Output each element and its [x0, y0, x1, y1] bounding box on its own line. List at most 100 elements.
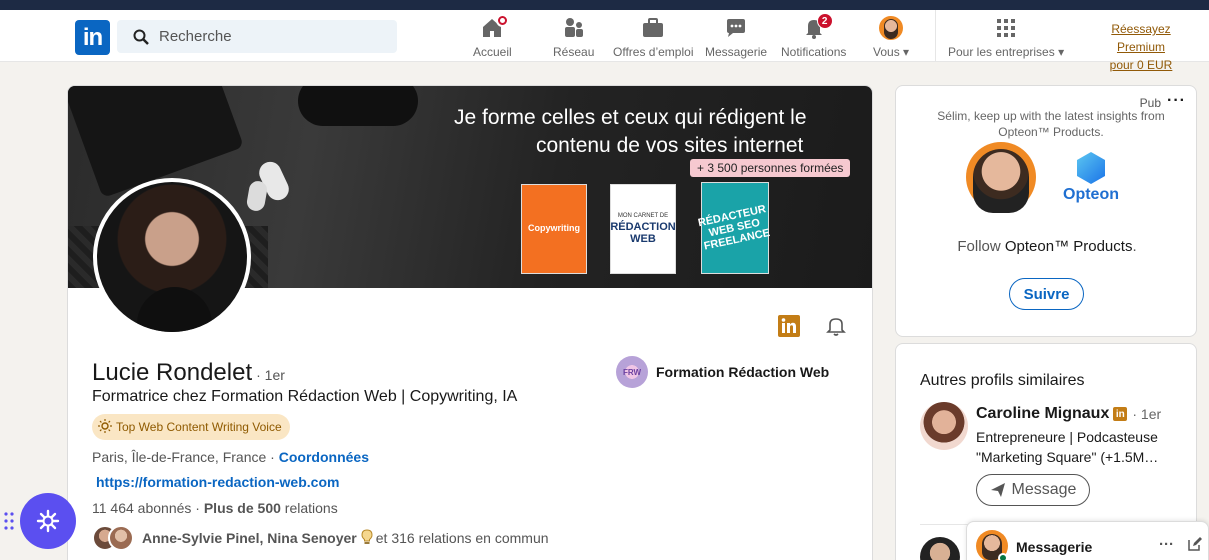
- banner-earbud: [245, 179, 269, 213]
- bell-icon: 2: [802, 13, 833, 40]
- banner-headline-1: Je forme celles et ceux qui rédigent le: [454, 106, 807, 129]
- connection-degree: · 1er: [256, 367, 285, 383]
- nav-messaging-label: Messagerie: [705, 45, 768, 59]
- follow-button[interactable]: Suivre: [1009, 278, 1084, 310]
- book-cover-copywriting: Copywriting: [521, 184, 587, 274]
- profile-name-text: Lucie Rondelet: [92, 359, 253, 386]
- book-cover-redaction-web: MON CARNET DE RÉDACTION WEB: [610, 184, 676, 274]
- similar-name-text: Caroline Mignaux: [976, 405, 1110, 422]
- linkedin-logo[interactable]: in: [75, 20, 110, 55]
- messaging-label: Messagerie: [1016, 539, 1093, 555]
- chat-bubble-icon: [724, 16, 748, 40]
- separator: ·: [266, 449, 279, 465]
- ad-company-logo[interactable]: Opteon: [1056, 152, 1126, 204]
- top-voice-badge[interactable]: Top Web Content Writing Voice: [92, 414, 290, 440]
- more-options-icon[interactable]: ···: [1159, 536, 1174, 553]
- search-placeholder: Recherche: [159, 28, 232, 45]
- follow-suffix: .: [1132, 238, 1137, 255]
- similar-profile-avatar[interactable]: [920, 537, 960, 560]
- lightbulb-icon: [98, 418, 112, 436]
- ad-follow-text: Follow Opteon™ Products.: [896, 238, 1196, 255]
- profile-website-link[interactable]: https://formation-redaction-web.com: [96, 474, 339, 490]
- profile-card: Je forme celles et ceux qui rédigent le …: [67, 85, 873, 560]
- mutual-names: Anne-Sylvie Pinel, Nina Senoyer: [142, 530, 357, 546]
- premium-link[interactable]: Réessayez Premium pour 0 EUR: [1086, 20, 1196, 74]
- caret-down-icon: ▾: [903, 45, 910, 59]
- global-nav: in Recherche Accueil Réseau Offres d’emp…: [0, 10, 1209, 72]
- grid-icon: [994, 16, 1018, 40]
- nav-network[interactable]: Réseau: [553, 16, 594, 59]
- briefcase-icon: [641, 16, 665, 40]
- drag-handle-icon[interactable]: [4, 512, 14, 530]
- nav-messaging[interactable]: Messagerie: [705, 16, 767, 59]
- profile-name: Lucie Rondelet · 1er: [92, 359, 285, 387]
- separator: ·: [191, 500, 204, 516]
- message-button-label: Message: [1011, 481, 1077, 498]
- lightbulb-icon: [361, 528, 373, 548]
- current-company[interactable]: FRW Formation Rédaction Web: [616, 356, 829, 388]
- bell-icon[interactable]: [824, 314, 848, 338]
- premium-line2: pour 0 EUR: [1109, 58, 1173, 72]
- messaging-overlay-bar[interactable]: Messagerie ···: [966, 521, 1209, 560]
- linkedin-badge-icon[interactable]: [777, 314, 801, 338]
- sparkle-icon: [36, 509, 60, 533]
- mutual-avatar: [108, 525, 134, 551]
- search-icon: [133, 29, 149, 45]
- connections-suffix: relations: [280, 500, 338, 516]
- banner-headline-2: contenu de vos sites internet: [536, 134, 804, 157]
- message-button[interactable]: Message: [976, 474, 1090, 506]
- search-input[interactable]: Recherche: [117, 20, 397, 53]
- follow-brand: Opteon™ Products: [1004, 238, 1133, 255]
- nav-jobs-label: Offres d’emploi: [613, 45, 694, 59]
- ad-logo-name: Opteon: [1063, 186, 1119, 203]
- home-icon: [480, 14, 510, 40]
- online-status-dot: [998, 553, 1008, 560]
- connection-degree: · 1er: [1132, 406, 1162, 422]
- assistant-floating-button[interactable]: [20, 493, 76, 549]
- contact-info-link[interactable]: Coordonnées: [279, 449, 369, 465]
- compose-icon[interactable]: [1187, 536, 1203, 557]
- follow-prefix: Follow: [957, 238, 1005, 255]
- ad-user-avatar: [966, 142, 1036, 213]
- nav-business-label: Pour les entreprises ▾: [948, 45, 1065, 59]
- ad-card: Pub ··· Sélim, keep up with the latest i…: [895, 85, 1197, 337]
- opteon-hex-icon: [1077, 152, 1105, 184]
- mutual-connections[interactable]: Anne-Sylvie Pinel, Nina Senoyer et 316 r…: [92, 525, 549, 551]
- caret-down-icon: ▾: [1058, 45, 1065, 59]
- similar-profile-avatar[interactable]: [920, 402, 968, 450]
- company-logo: FRW: [616, 356, 648, 388]
- profile-headline: Formatrice chez Formation Rédaction Web …: [92, 388, 518, 405]
- nav-me[interactable]: Vous ▾: [873, 16, 909, 59]
- profile-avatar[interactable]: [93, 178, 251, 336]
- mutual-rest: et 316 relations en commun: [375, 530, 549, 546]
- nav-home[interactable]: Accueil: [473, 14, 512, 59]
- people-icon: [562, 16, 586, 40]
- banner-trained-pill: + 3 500 personnes formées: [690, 159, 851, 177]
- notification-count-badge: 2: [816, 13, 833, 29]
- nav-notifications-label: Notifications: [781, 45, 847, 59]
- nav-divider: [935, 10, 936, 62]
- top-voice-label: Top Web Content Writing Voice: [116, 420, 282, 434]
- location-text: Paris, Île-de-France, France: [92, 449, 267, 465]
- linkedin-badge-icon: in: [1113, 407, 1128, 421]
- connections-count[interactable]: Plus de 500 relations: [204, 500, 338, 516]
- profile-location: Paris, Île-de-France, France · Coordonné…: [92, 449, 369, 465]
- send-icon: [990, 483, 1005, 497]
- nav-home-label: Accueil: [473, 45, 512, 59]
- nav-business[interactable]: Pour les entreprises ▾: [948, 16, 1064, 59]
- banner-cup: [298, 86, 418, 126]
- top-accent-bar: [0, 0, 1209, 10]
- profile-stats: 11 464 abonnés · Plus de 500 relations: [92, 500, 338, 516]
- nav-network-label: Réseau: [553, 45, 595, 59]
- nav-me-label: Vous ▾: [873, 45, 910, 59]
- book-cover-seo-freelance: RÉDACTEUR WEB SEO FREELANCE: [697, 182, 772, 274]
- similar-profiles-title: Autres profils similaires: [920, 372, 1085, 389]
- nav-jobs[interactable]: Offres d’emploi: [613, 16, 693, 59]
- followers-count[interactable]: 11 464 abonnés: [92, 500, 191, 516]
- similar-profile-name[interactable]: Caroline Mignaux in · 1er: [976, 405, 1161, 423]
- nav-notifications[interactable]: 2 Notifications: [781, 13, 847, 59]
- profile-avatar-icon: [879, 16, 904, 40]
- similar-profile-headline: Entrepreneure | Podcasteuse "Marketing S…: [976, 429, 1159, 465]
- premium-line1: Réessayez Premium: [1111, 22, 1171, 54]
- connections-bold: Plus de 500: [203, 500, 281, 516]
